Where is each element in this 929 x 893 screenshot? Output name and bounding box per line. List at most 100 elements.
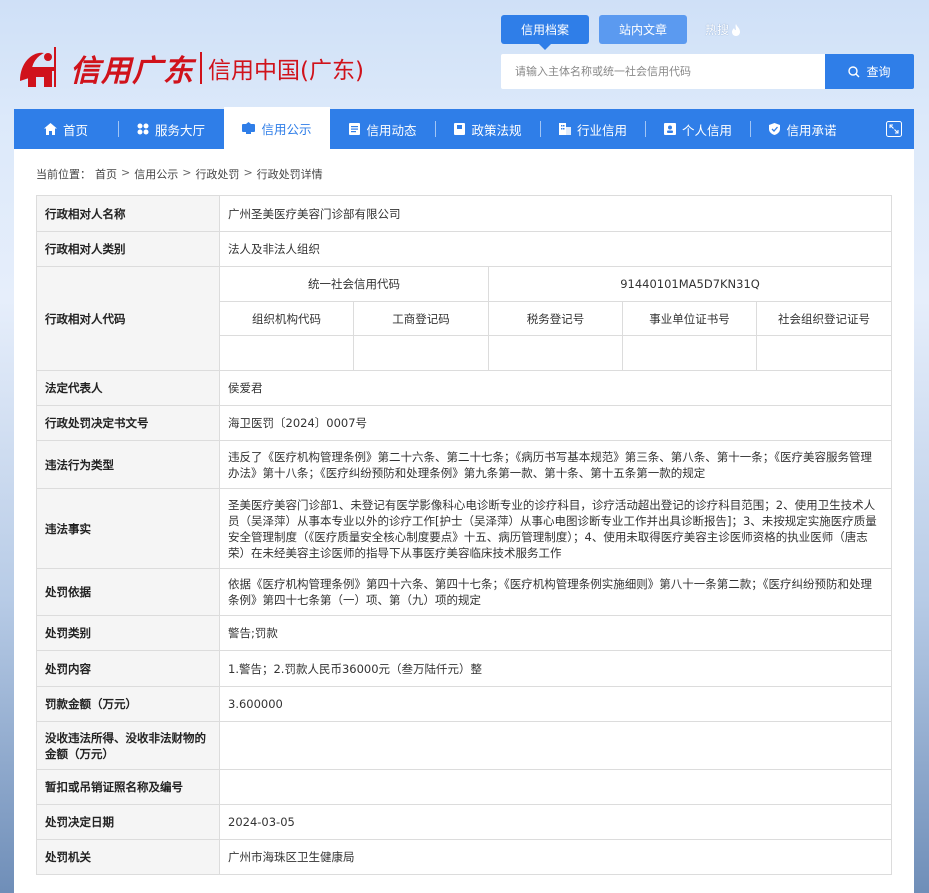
nav-item-credit-publicity[interactable]: 信用公示 <box>224 107 330 149</box>
hot-search-link[interactable]: 热搜 <box>697 15 749 44</box>
table-row: 违法行为类型 违反了《医疗机构管理条例》第二十六条、第二十七条；《病历书写基本规… <box>36 440 893 489</box>
business-reg-header: 工商登记码 <box>353 301 489 336</box>
search-input[interactable] <box>501 54 825 89</box>
business-reg-value <box>353 335 489 371</box>
table-row: 处罚机关 广州市海珠区卫生健康局 <box>36 839 893 875</box>
book-icon <box>454 123 466 135</box>
authority-value: 广州市海珠区卫生健康局 <box>218 839 893 875</box>
table-row: 法定代表人 侯爱君 <box>36 370 893 406</box>
monitor-icon <box>242 122 256 134</box>
breadcrumb-separator: > <box>121 166 131 179</box>
decision-no-label: 行政处罚决定书文号 <box>36 405 220 441</box>
license-value <box>218 769 893 805</box>
breadcrumb: 当前位置： 首页 > 信用公示 > 行政处罚 > 行政处罚详情 <box>36 166 323 182</box>
table-row: 罚款金额（万元） 3.600000 <box>36 686 893 722</box>
grid-icon <box>137 123 149 135</box>
breadcrumb-credit-publicity[interactable]: 信用公示 <box>134 166 178 182</box>
uscc-label: 统一社会信用代码 <box>219 266 489 302</box>
hot-search-label: 热搜 <box>705 23 730 37</box>
home-icon <box>43 123 57 135</box>
decision-date-label: 处罚决定日期 <box>36 804 220 840</box>
search-type-tabs: 信用档案 站内文章 热搜 <box>501 15 759 50</box>
nav-item-credit-news[interactable]: 信用动态 <box>331 109 435 149</box>
nav-label: 信用动态 <box>366 122 417 138</box>
nav-label: 个人信用 <box>681 122 732 138</box>
id-card-icon <box>663 123 676 135</box>
nav-item-service-hall[interactable]: 服务大厅 <box>119 109 223 149</box>
nav-label: 信用承诺 <box>786 122 837 138</box>
table-row: 暂扣或吊销证照名称及编号 <box>36 769 893 805</box>
table-row: 处罚内容 1.警告；2.罚款人民币36000元（叁万陆仟元）整 <box>36 650 893 687</box>
social-org-value <box>755 335 893 371</box>
decision-date-value: 2024-03-05 <box>218 804 893 840</box>
flame-icon <box>731 23 741 36</box>
penalty-content-label: 处罚内容 <box>36 650 220 687</box>
tab-credit-archive[interactable]: 信用档案 <box>501 15 590 50</box>
subject-name-label: 行政相对人名称 <box>36 195 220 232</box>
table-row: 行政相对人类别 法人及非法人组织 <box>36 231 893 267</box>
fullscreen-icon <box>886 121 902 137</box>
penalty-type-value: 警告;罚款 <box>218 615 893 651</box>
table-row: 行政相对人名称 广州圣美医疗美容门诊部有限公司 <box>36 195 893 232</box>
subject-type-value: 法人及非法人组织 <box>218 231 893 267</box>
search-icon <box>848 65 860 78</box>
search-button[interactable]: 查询 <box>825 54 914 89</box>
nav-item-credit-commitment[interactable]: 信用承诺 <box>751 109 855 149</box>
nav-item-industry-credit[interactable]: 行业信用 <box>541 109 645 149</box>
fine-value: 3.600000 <box>218 686 893 722</box>
table-row: 行政处罚决定书文号 海卫医罚〔2024〕0007号 <box>36 405 893 441</box>
table-row: 处罚依据 依据《医疗机构管理条例》第四十六条、第四十七条；《医疗机构管理条例实施… <box>36 568 893 616</box>
institution-cert-header: 事业单位证书号 <box>622 301 757 336</box>
breadcrumb-admin-penalty[interactable]: 行政处罚 <box>195 166 239 182</box>
table-row: 行政相对人代码 统一社会信用代码 91440101MA5D7KN31Q <box>36 266 893 371</box>
license-label: 暂扣或吊销证照名称及编号 <box>36 769 220 805</box>
logo-script-text: 信用广东 <box>70 53 194 89</box>
institution-cert-value <box>622 335 757 371</box>
subject-code-label: 行政相对人代码 <box>36 266 220 371</box>
breadcrumb-current: 行政处罚详情 <box>256 168 323 181</box>
fine-label: 罚款金额（万元） <box>36 686 220 722</box>
authority-label: 处罚机关 <box>36 839 220 875</box>
basis-label: 处罚依据 <box>36 568 220 616</box>
confiscation-label: 没收违法所得、没收非法财物的金额（万元） <box>36 721 220 770</box>
fullscreen-button[interactable] <box>874 109 914 149</box>
breadcrumb-prefix: 当前位置： <box>36 168 91 181</box>
uscc-value: 91440101MA5D7KN31Q <box>487 266 893 302</box>
main-nav: 首页 服务大厅 信用公示 信用动态 政策法规 行业信用 个人信用 信用承诺 <box>14 107 914 149</box>
search-button-label: 查询 <box>866 65 891 79</box>
nav-item-personal-credit[interactable]: 个人信用 <box>646 109 750 149</box>
confiscation-value <box>218 721 893 770</box>
search-box: 查询 <box>501 54 914 89</box>
nav-label: 政策法规 <box>471 122 522 138</box>
site-logo[interactable]: 信用广东 信用中国(广东) <box>14 40 384 95</box>
breadcrumb-separator: > <box>243 166 253 179</box>
breadcrumb-home[interactable]: 首页 <box>95 166 117 182</box>
decision-no-value: 海卫医罚〔2024〕0007号 <box>218 405 893 441</box>
logo-divider <box>200 51 202 84</box>
org-code-value <box>219 335 354 371</box>
org-code-header: 组织机构代码 <box>219 301 354 336</box>
subject-type-label: 行政相对人类别 <box>36 231 220 267</box>
document-icon <box>349 123 361 135</box>
penalty-type-label: 处罚类别 <box>36 615 220 651</box>
tab-site-articles[interactable]: 站内文章 <box>599 15 688 44</box>
logo-text: 信用中国(广东) <box>208 57 364 84</box>
violation-type-value: 违反了《医疗机构管理条例》第二十六条、第二十七条；《病历书写基本规范》第三条、第… <box>218 440 893 489</box>
shield-icon <box>769 123 781 135</box>
legal-rep-value: 侯爱君 <box>218 370 893 406</box>
nav-item-policy-law[interactable]: 政策法规 <box>436 109 540 149</box>
nav-item-home[interactable]: 首页 <box>14 109 118 149</box>
site-header: 信用广东 信用中国(广东) 信用档案 站内文章 热搜 查询 <box>0 0 929 108</box>
tax-reg-header: 税务登记号 <box>488 301 623 336</box>
penalty-detail-table: 行政相对人名称 广州圣美医疗美容门诊部有限公司 行政相对人类别 法人及非法人组织… <box>36 195 893 875</box>
table-row: 处罚决定日期 2024-03-05 <box>36 804 893 840</box>
basis-value: 依据《医疗机构管理条例》第四十六条、第四十七条；《医疗机构管理条例实施细则》第八… <box>218 568 893 616</box>
penalty-content-value: 1.警告；2.罚款人民币36000元（叁万陆仟元）整 <box>218 650 893 687</box>
legal-rep-label: 法定代表人 <box>36 370 220 406</box>
subject-name-value: 广州圣美医疗美容门诊部有限公司 <box>218 195 893 232</box>
table-row: 没收违法所得、没收非法财物的金额（万元） <box>36 721 893 770</box>
logo-emblem-icon <box>14 43 64 93</box>
table-row: 处罚类别 警告;罚款 <box>36 615 893 651</box>
building-icon <box>558 123 571 135</box>
detail-content: 当前位置： 首页 > 信用公示 > 行政处罚 > 行政处罚详情 行政相对人名称 … <box>14 149 914 893</box>
